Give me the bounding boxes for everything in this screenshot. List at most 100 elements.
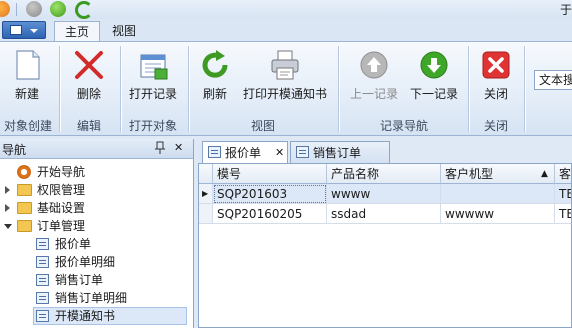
nav-item-sales-order-detail[interactable]: 销售订单明细 xyxy=(0,289,193,307)
column-header-customer[interactable]: 客 xyxy=(555,164,571,184)
chevron-right-icon[interactable] xyxy=(5,186,10,194)
list-form-icon xyxy=(208,146,221,158)
group-separator xyxy=(468,46,469,132)
nav-item-mold-notice[interactable]: 开模通知书 xyxy=(33,307,187,325)
next-record-button-label: 下一记录 xyxy=(409,87,458,101)
nav-item-label: 订单管理 xyxy=(37,219,86,233)
list-form-icon xyxy=(36,274,49,286)
close-tab-icon[interactable]: ✕ xyxy=(275,142,284,164)
nav-item-label: 销售订单明细 xyxy=(55,291,128,305)
new-document-icon xyxy=(11,49,43,81)
column-header-product-name[interactable]: 产品名称 xyxy=(327,164,441,184)
nav-item-permissions[interactable]: 权限管理 xyxy=(0,181,193,199)
text-search-box[interactable]: 文本搜 xyxy=(534,70,572,90)
data-grid: 模号 产品名称 客户机型 ▲ 客 ▶ SQP201603 wwww TE SQP… xyxy=(198,163,572,328)
app-icon[interactable] xyxy=(0,1,10,17)
group-label-create: 对象创建 xyxy=(3,119,52,133)
window-title-fragment: 于 xyxy=(560,3,572,17)
refresh-button[interactable]: 刷新 xyxy=(194,45,236,111)
table-cell[interactable]: wwww xyxy=(327,184,441,204)
header-label: 客户机型 xyxy=(445,167,494,181)
group-separator xyxy=(338,46,339,132)
arrow-down-icon xyxy=(418,49,450,81)
info-icon[interactable] xyxy=(26,1,42,17)
new-button[interactable]: 新建 xyxy=(2,45,52,111)
tab-view[interactable]: 视图 xyxy=(102,21,146,41)
print-notice-button[interactable]: 打印开模通知书 xyxy=(240,45,330,111)
nav-item-label: 开模通知书 xyxy=(55,309,116,323)
open-record-button-label: 打开记录 xyxy=(128,87,177,101)
open-record-button[interactable]: 打开记录 xyxy=(124,45,182,111)
group-separator xyxy=(59,46,60,132)
chevron-right-icon[interactable] xyxy=(5,204,10,212)
row-indicator[interactable]: ▶ xyxy=(199,184,213,204)
menu-icon xyxy=(10,25,22,35)
app-menu-button[interactable] xyxy=(2,21,46,39)
tab-quotation[interactable]: 报价单 ✕ xyxy=(202,141,288,163)
download-icon[interactable] xyxy=(50,1,66,17)
tab-sales-order[interactable]: 销售订单 xyxy=(290,141,390,163)
nav-item-label: 报价单明细 xyxy=(55,255,116,269)
new-button-label: 新建 xyxy=(14,87,39,101)
table-cell[interactable]: TE xyxy=(555,204,571,224)
nav-item-start[interactable]: 开始导航 xyxy=(0,163,193,181)
nav-item-order-management[interactable]: 订单管理 xyxy=(0,217,193,235)
chevron-down-icon[interactable] xyxy=(4,224,12,233)
nav-item-label: 销售订单 xyxy=(55,273,104,287)
folder-icon xyxy=(17,202,32,214)
open-record-icon xyxy=(137,49,169,81)
close-icon xyxy=(480,49,512,81)
column-header-customer-model[interactable]: 客户机型 ▲ xyxy=(441,164,555,184)
pin-icon[interactable] xyxy=(154,141,166,155)
nav-item-label: 权限管理 xyxy=(37,183,86,197)
nav-item-quotation-detail[interactable]: 报价单明细 xyxy=(0,253,193,271)
folder-icon xyxy=(17,184,32,196)
group-separator xyxy=(188,46,189,132)
column-header-mold-no[interactable]: 模号 xyxy=(213,164,327,184)
nav-item-label: 报价单 xyxy=(55,237,92,251)
table-cell[interactable]: SQP20160205 xyxy=(213,204,327,224)
group-label-open: 打开对象 xyxy=(128,119,177,133)
previous-record-button[interactable]: 上一记录 xyxy=(344,45,404,111)
list-form-icon xyxy=(36,256,49,268)
printer-icon xyxy=(269,49,301,81)
group-label-record-nav: 记录导航 xyxy=(379,119,428,133)
table-cell[interactable]: wwwww xyxy=(441,204,555,224)
folder-open-icon xyxy=(17,220,32,232)
tab-label: 报价单 xyxy=(225,146,262,160)
navigation-pane: 导航 ✕ 开始导航 权限管理 基础设置 订单管理 报价单 报价单明细 销售订单 … xyxy=(0,139,194,328)
print-notice-button-label: 打印开模通知书 xyxy=(242,87,327,101)
close-button-label: 关闭 xyxy=(483,87,508,101)
nav-item-quotation[interactable]: 报价单 xyxy=(0,235,193,253)
nav-item-sales-order[interactable]: 销售订单 xyxy=(0,271,193,289)
current-row-icon: ▶ xyxy=(202,189,209,198)
delete-button[interactable]: 删除 xyxy=(64,45,114,111)
list-form-icon xyxy=(36,310,49,322)
refresh-icon xyxy=(199,49,231,81)
close-pane-icon[interactable]: ✕ xyxy=(174,141,183,154)
nav-item-label: 开始导航 xyxy=(37,165,86,179)
table-cell[interactable] xyxy=(441,184,555,204)
delete-x-icon xyxy=(73,49,105,81)
table-cell[interactable]: ssdad xyxy=(327,204,441,224)
refresh-button-label: 刷新 xyxy=(202,87,227,101)
next-record-button[interactable]: 下一记录 xyxy=(404,45,464,111)
row-indicator-header xyxy=(199,164,213,184)
arrow-up-icon xyxy=(358,49,390,81)
group-label-view: 视图 xyxy=(250,119,275,133)
ribbon-tab-strip: 主页 视图 xyxy=(0,19,572,41)
row-indicator[interactable] xyxy=(199,204,213,224)
tab-home[interactable]: 主页 xyxy=(54,21,100,41)
nav-item-basic-settings[interactable]: 基础设置 xyxy=(0,199,193,217)
group-label-edit: 编辑 xyxy=(76,119,101,133)
list-form-icon xyxy=(36,238,49,250)
refresh-icon[interactable] xyxy=(75,1,93,19)
table-cell[interactable]: SQP201603 xyxy=(213,184,327,204)
ribbon: 新建 对象创建 删除 编辑 打开记录 打开对象 刷新 打印开模通知书 视图 上一… xyxy=(0,41,572,136)
delete-button-label: 删除 xyxy=(76,87,101,101)
group-separator xyxy=(524,46,525,132)
table-cell[interactable]: TE xyxy=(555,184,571,204)
navigation-title: 导航 xyxy=(2,143,27,157)
close-button[interactable]: 关闭 xyxy=(474,45,518,111)
navigation-pane-header: 导航 ✕ xyxy=(0,139,193,159)
